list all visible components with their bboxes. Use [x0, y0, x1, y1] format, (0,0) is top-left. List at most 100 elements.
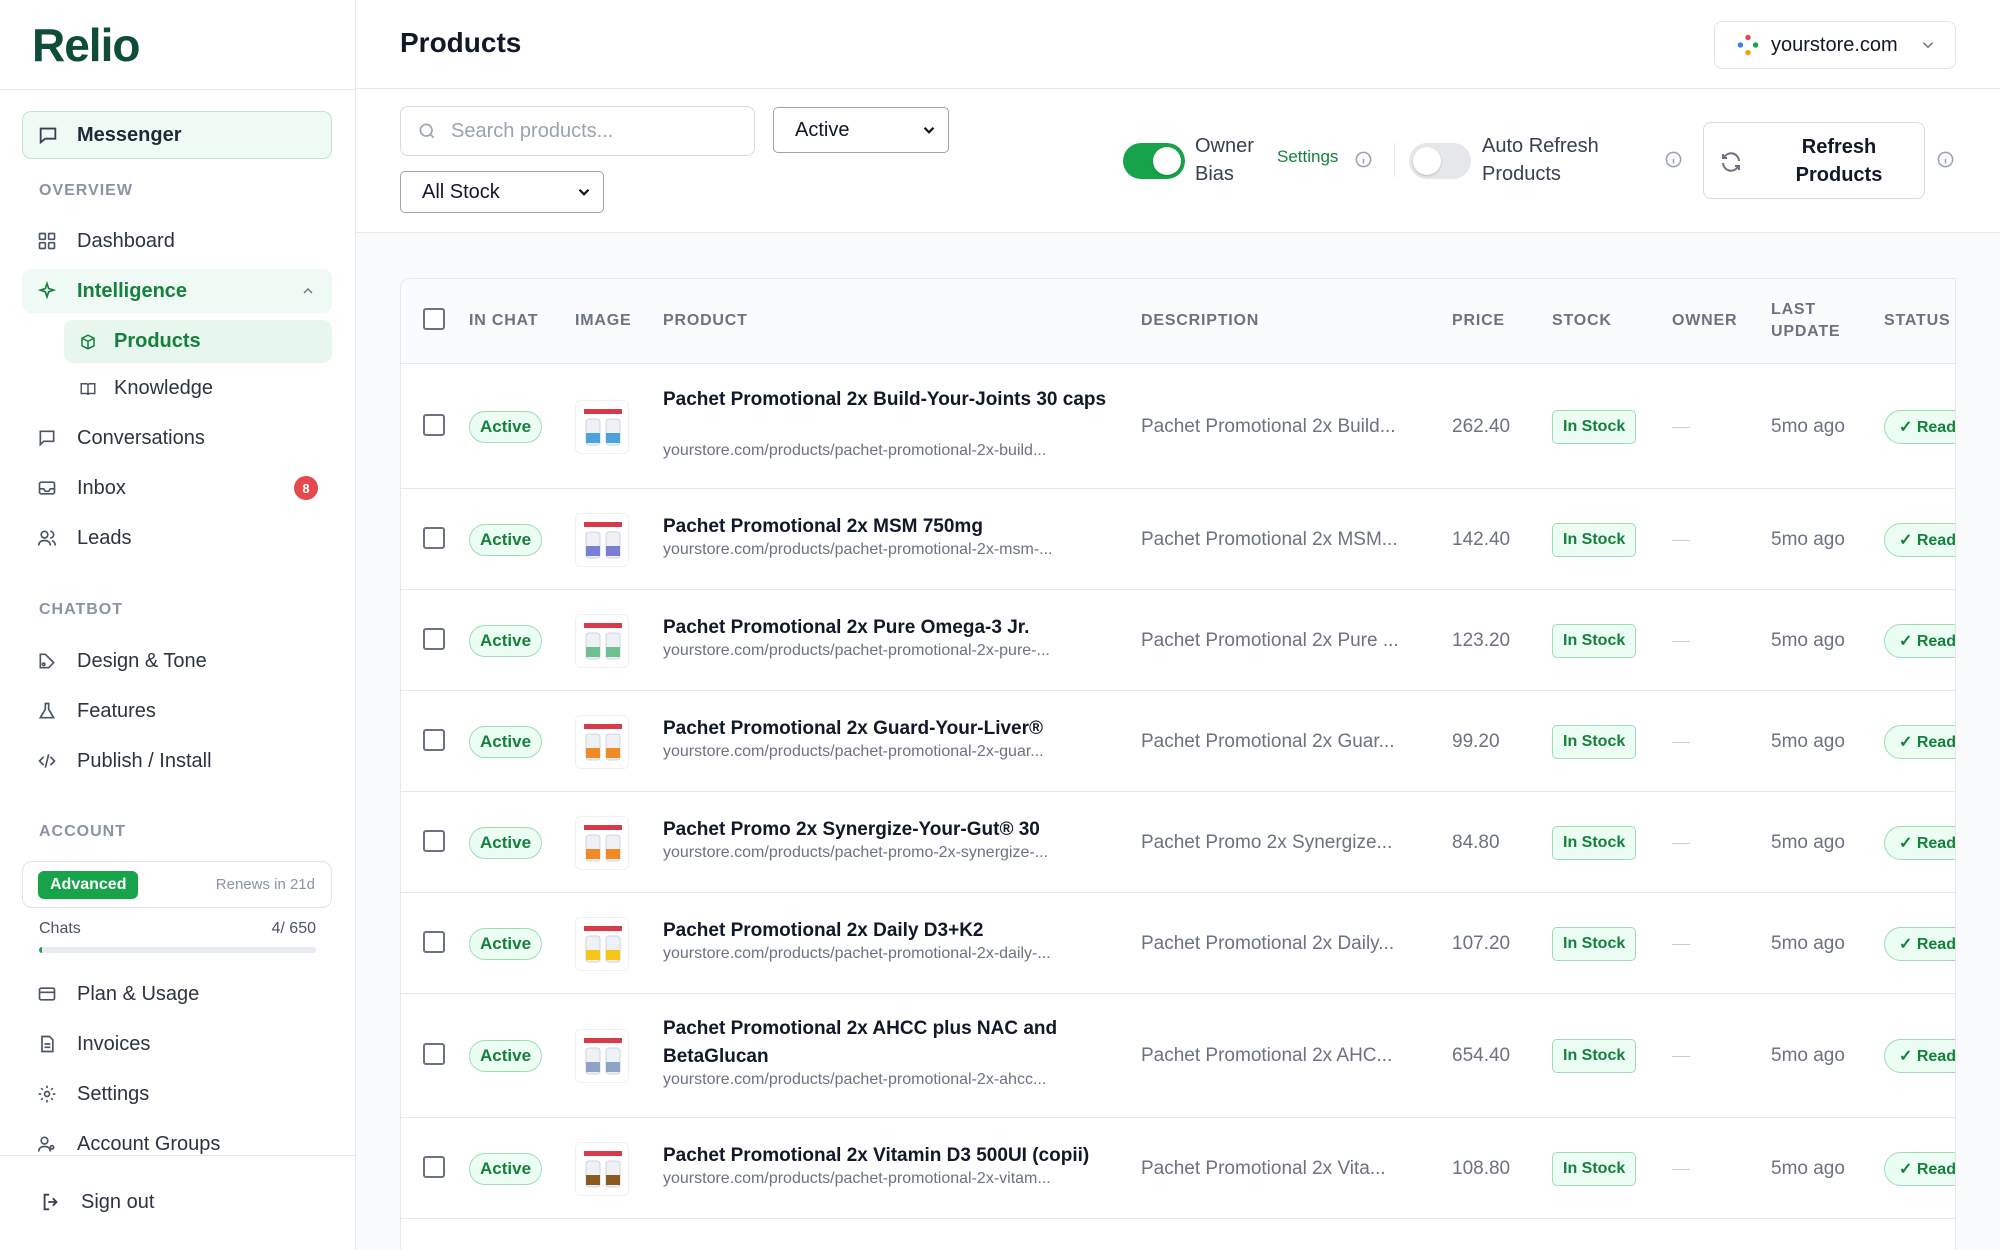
product-url[interactable]: yourstore.com/products/pachet-promotiona… [663, 743, 1123, 761]
product-name[interactable]: Pachet Promotional 2x Vitamin D3 500UI (… [663, 1142, 1123, 1170]
product-name[interactable]: Pachet Promotional 2x MSM 750mg [663, 513, 1123, 541]
table-row[interactable]: Active Pachet Promo 2x Synergize-Your-Gut… [401, 792, 1955, 893]
row-checkbox[interactable] [423, 829, 445, 852]
stock-badge: In Stock [1552, 623, 1637, 658]
info-icon[interactable] [1936, 150, 1955, 169]
column-header-status[interactable]: STATUS [1884, 310, 1950, 332]
column-header-price[interactable]: PRICE [1452, 310, 1505, 332]
sidebar-item-label: Plan & Usage [77, 982, 200, 1005]
table-row[interactable]: Active Pachet Promotional 2x Daily D3+K2 y… [401, 893, 1955, 994]
product-name[interactable]: Pachet Promotional 2x Daily D3+K2 [663, 917, 1123, 945]
sidebar-item-products[interactable]: Products [64, 320, 332, 363]
sidebar-item-inbox[interactable]: Inbox 8 [22, 466, 332, 510]
row-checkbox[interactable] [423, 728, 445, 751]
sign-out-button[interactable]: Sign out [22, 1180, 332, 1224]
column-header-in-chat[interactable]: IN CHAT [469, 310, 538, 332]
products-table-area: IN CHAT IMAGE PRODUCT DESCRIPTION PRICE … [356, 233, 2000, 1250]
product-image[interactable] [575, 1141, 629, 1196]
sidebar-item-design-tone[interactable]: Design & Tone [22, 639, 332, 683]
credit-card-icon [36, 983, 58, 1005]
plan-box[interactable]: Advanced Renews in 21d [22, 861, 332, 908]
table-row[interactable]: Active Pachet Promotional 2x Vitamin D3 5… [401, 1118, 1955, 1219]
sidebar-item-plan-usage[interactable]: Plan & Usage [22, 972, 332, 1016]
sidebar-item-conversations[interactable]: Conversations [22, 416, 332, 460]
row-checkbox[interactable] [423, 414, 445, 436]
product-image[interactable] [575, 1029, 629, 1083]
refresh-products-label: Refresh Products [1774, 133, 1904, 189]
row-checkbox[interactable] [423, 526, 445, 549]
table-row[interactable]: Active Pachet Promotional 2x Pure Omega-3… [401, 590, 1955, 691]
refresh-products-button[interactable]: Refresh Products [1703, 122, 1925, 199]
product-url[interactable]: yourstore.com/products/pachet-promotiona… [663, 642, 1123, 660]
select-all-checkbox[interactable] [423, 308, 445, 330]
product-name[interactable]: Pachet Promotional 2x AHCC plus NAC and … [663, 1015, 1123, 1071]
owner-bias-label-line2: Bias [1195, 163, 1234, 185]
table-row[interactable]: Active Pachet Promotional 2x AHCC plus NA… [401, 994, 1955, 1118]
in-chat-badge: Active [469, 624, 543, 657]
row-checkbox[interactable] [423, 1043, 445, 1065]
product-url[interactable]: yourstore.com/products/pachet-promo-2x-s… [663, 844, 1123, 862]
chevron-down-icon [575, 183, 593, 207]
sidebar-item-publish-install[interactable]: Publish / Install [22, 739, 332, 783]
product-image[interactable] [575, 613, 629, 668]
overview-section-label: OVERVIEW [39, 182, 133, 199]
chevron-up-icon[interactable] [300, 282, 316, 305]
product-name[interactable]: Pachet Promotional 2x Build-Your-Joints … [663, 386, 1123, 414]
sidebar-item-settings[interactable]: Settings [22, 1072, 332, 1116]
sidebar-item-features[interactable]: Features [22, 689, 332, 733]
product-image[interactable] [575, 400, 629, 454]
column-header-product[interactable]: PRODUCT [663, 310, 748, 332]
search-input[interactable] [451, 119, 741, 143]
product-url[interactable]: yourstore.com/products/pachet-promotiona… [663, 442, 1123, 460]
store-selector[interactable]: yourstore.com [1714, 21, 1956, 69]
product-image[interactable] [575, 714, 629, 769]
product-name[interactable]: Pachet Promotional 2x Guard-Your-Liver® [663, 715, 1123, 743]
product-name[interactable]: Pachet Promotional 2x Pure Omega-3 Jr. [663, 614, 1123, 642]
table-row[interactable]: Active Pachet Promotional 2x Build-Your-J… [401, 365, 1955, 489]
product-name[interactable]: Pachet Promo 2x Synergize-Your-Gut® 30 [663, 816, 1123, 844]
product-url[interactable]: yourstore.com/products/pachet-promotiona… [663, 1071, 1123, 1089]
row-checkbox[interactable] [423, 1155, 445, 1178]
info-icon[interactable] [1354, 150, 1373, 169]
table-row[interactable]: Active Pachet Promotional 2x MSM 750mg you… [401, 489, 1955, 590]
column-header-description[interactable]: DESCRIPTION [1141, 310, 1259, 332]
product-image[interactable] [575, 916, 629, 971]
flask-icon [36, 700, 58, 722]
users-icon [36, 527, 58, 549]
product-url[interactable]: yourstore.com/products/pachet-promotiona… [663, 945, 1123, 963]
sidebar-item-invoices[interactable]: Invoices [22, 1022, 332, 1066]
messenger-button[interactable]: Messenger [22, 111, 332, 159]
row-checkbox[interactable] [423, 930, 445, 953]
info-icon[interactable] [1664, 150, 1683, 169]
column-header-owner[interactable]: OWNER [1672, 310, 1737, 332]
sidebar-item-intelligence[interactable]: Intelligence [22, 269, 332, 313]
owner-empty-dash [1672, 640, 1690, 642]
column-header-last-update[interactable]: LAST UPDATE [1771, 299, 1840, 343]
brand-logo[interactable]: Relio [32, 19, 140, 71]
owner-bias-toggle[interactable] [1123, 143, 1185, 179]
search-box[interactable] [400, 106, 755, 156]
sidebar-item-dashboard[interactable]: Dashboard [22, 219, 332, 263]
sidebar-item-label: Conversations [77, 426, 205, 449]
product-image[interactable] [575, 815, 629, 870]
status-badge: ✓ Ready [1884, 724, 1955, 759]
product-image[interactable] [575, 512, 629, 567]
sidebar-item-account-groups[interactable]: Account Groups [22, 1122, 332, 1166]
owner-empty-dash [1672, 1168, 1690, 1170]
status-badge: ✓ Ready [1884, 522, 1955, 557]
sidebar-item-leads[interactable]: Leads [22, 516, 332, 560]
owner-bias-settings-link[interactable]: Settings [1277, 147, 1338, 167]
product-price: 262.40 [1452, 416, 1511, 437]
product-url[interactable]: yourstore.com/products/pachet-promotiona… [663, 1170, 1123, 1188]
last-update: 5mo ago [1771, 730, 1845, 752]
stock-filter-select[interactable]: All Stock [400, 171, 604, 213]
table-row[interactable] [401, 1219, 1955, 1250]
product-url[interactable]: yourstore.com/products/pachet-promotiona… [663, 541, 1123, 559]
sidebar-item-knowledge[interactable]: Knowledge [64, 367, 332, 410]
row-checkbox[interactable] [423, 627, 445, 650]
column-header-stock[interactable]: STOCK [1552, 310, 1612, 332]
table-row[interactable]: Active Pachet Promotional 2x Guard-Your-L… [401, 691, 1955, 792]
product-description: Pachet Promotional 2x MSM... [1141, 528, 1398, 550]
status-filter-select[interactable]: Active [773, 107, 949, 153]
auto-refresh-toggle[interactable] [1409, 143, 1471, 179]
